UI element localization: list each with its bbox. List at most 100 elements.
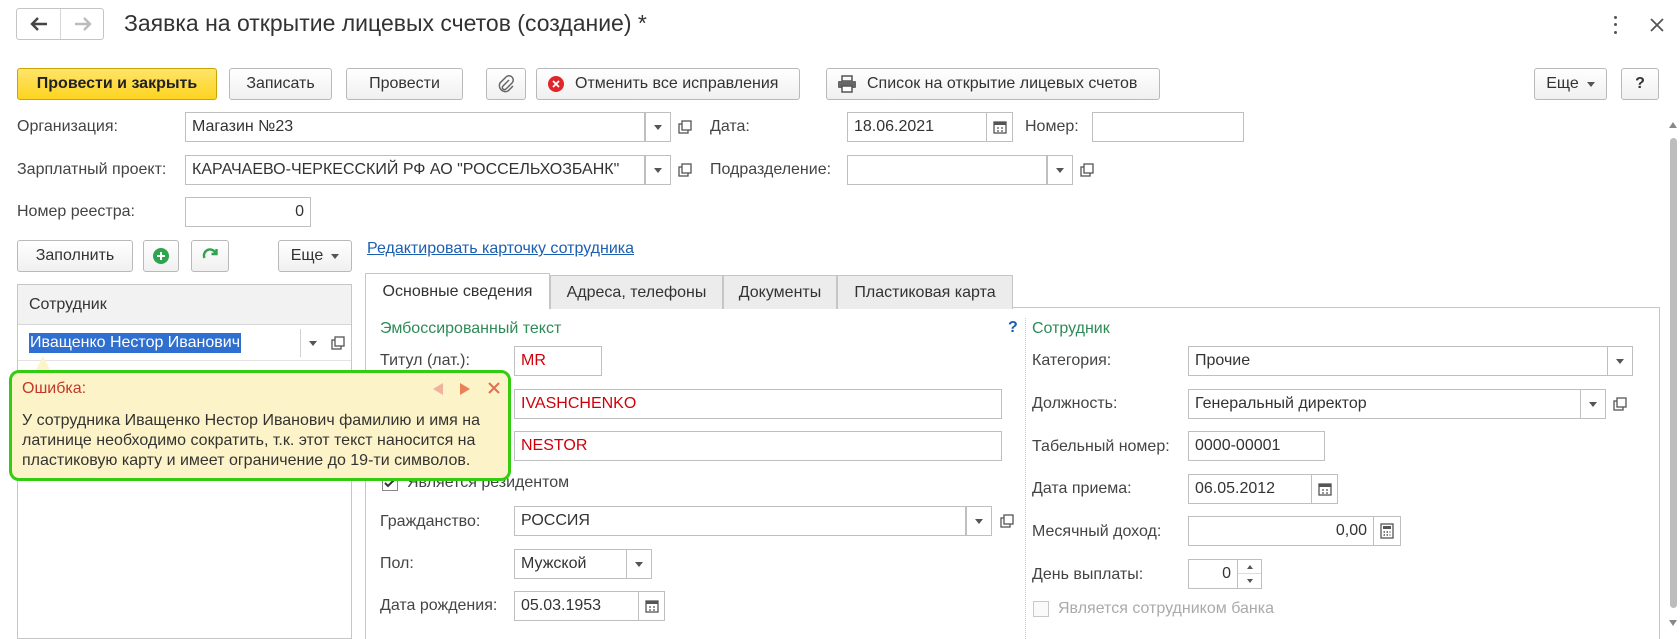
citizenship-open-button[interactable] bbox=[995, 506, 1019, 536]
tab-addresses-phones[interactable]: Адреса, телефоны bbox=[550, 275, 723, 309]
category-dropdown-button[interactable] bbox=[1607, 346, 1633, 376]
refresh-icon bbox=[202, 248, 218, 259]
chevron-down-icon bbox=[635, 561, 643, 567]
embossed-help-button[interactable]: ? bbox=[1008, 319, 1018, 337]
tab-documents[interactable]: Документы bbox=[723, 275, 837, 309]
surname-lat-field[interactable]: IVASHCHENKO bbox=[514, 389, 1002, 419]
open-window-icon bbox=[678, 120, 692, 134]
refresh-button[interactable] bbox=[191, 240, 229, 272]
hire-date-field[interactable]: 06.05.2012 bbox=[1188, 474, 1312, 504]
birth-date-label: Дата рождения: bbox=[380, 597, 498, 614]
open-window-icon bbox=[1000, 514, 1014, 528]
category-field[interactable]: Прочие bbox=[1188, 346, 1608, 376]
citizenship-field[interactable]: РОССИЯ bbox=[514, 506, 966, 536]
window-title: Заявка на открытие лицевых счетов (созда… bbox=[124, 10, 647, 36]
fill-button[interactable]: Заполнить bbox=[17, 240, 133, 272]
section-divider bbox=[1025, 318, 1026, 639]
left-more-button[interactable]: Еще bbox=[278, 240, 352, 272]
position-field[interactable]: Генеральный директор bbox=[1188, 389, 1581, 419]
attach-button[interactable] bbox=[486, 68, 526, 100]
close-icon[interactable] bbox=[1646, 14, 1668, 36]
toolbar-more-button[interactable]: Еще bbox=[1534, 68, 1607, 100]
post-button[interactable]: Провести bbox=[346, 68, 463, 100]
payday-stepper[interactable] bbox=[1237, 559, 1262, 589]
employee-dropdown-button[interactable] bbox=[300, 329, 324, 357]
org-dropdown-button[interactable] bbox=[645, 112, 671, 142]
employee-open-button[interactable] bbox=[326, 329, 350, 357]
stepper-up-icon[interactable] bbox=[1238, 560, 1261, 574]
add-row-button[interactable] bbox=[143, 240, 179, 272]
error-popup: Ошибка: У сотрудника Иващенко Нестор Ива… bbox=[9, 370, 511, 481]
salary-project-dropdown-button[interactable] bbox=[645, 155, 671, 185]
error-title: Ошибка: bbox=[22, 380, 87, 397]
citizenship-dropdown-button[interactable] bbox=[966, 506, 992, 536]
bank-employee-checkbox[interactable] bbox=[1033, 601, 1049, 617]
open-window-icon bbox=[1080, 163, 1094, 177]
position-label: Должность: bbox=[1032, 395, 1118, 412]
date-calendar-button[interactable] bbox=[986, 112, 1013, 142]
forward-button[interactable] bbox=[61, 9, 104, 39]
scrollbar-thumb[interactable] bbox=[1670, 138, 1677, 608]
division-label: Подразделение: bbox=[710, 161, 832, 178]
printer-icon bbox=[838, 75, 856, 93]
division-open-button[interactable] bbox=[1075, 155, 1099, 185]
birth-date-calendar-button[interactable] bbox=[638, 591, 665, 621]
help-button[interactable]: ? bbox=[1621, 68, 1659, 100]
arrow-left-icon bbox=[29, 17, 47, 31]
monthly-income-field[interactable]: 0,00 bbox=[1188, 516, 1374, 546]
chevron-down-icon bbox=[1616, 358, 1624, 364]
salary-project-open-button[interactable] bbox=[673, 155, 697, 185]
payday-field[interactable]: 0 bbox=[1188, 559, 1238, 589]
scroll-up-icon[interactable] bbox=[1669, 122, 1677, 128]
income-calculator-button[interactable] bbox=[1373, 516, 1401, 546]
error-close-icon[interactable] bbox=[487, 381, 501, 395]
cancel-corrections-label: Отменить все исправления bbox=[575, 75, 779, 92]
post-and-close-button[interactable]: Провести и закрыть bbox=[17, 68, 217, 100]
toolbar-more-label: Еще bbox=[1546, 75, 1579, 92]
back-button[interactable] bbox=[17, 9, 61, 39]
tab-basic-info[interactable]: Основные сведения bbox=[365, 273, 550, 309]
org-open-button[interactable] bbox=[673, 112, 697, 142]
birth-date-field[interactable]: 05.03.1953 bbox=[514, 591, 639, 621]
chevron-down-icon bbox=[1586, 81, 1595, 87]
salary-project-field[interactable]: КАРАЧАЕВО-ЧЕРКЕССКИЙ РФ АО "РОССЕЛЬХОЗБА… bbox=[185, 155, 645, 185]
cancel-corrections-button[interactable]: Отменить все исправления bbox=[536, 68, 800, 100]
payday-label: День выплаты: bbox=[1032, 566, 1144, 583]
print-list-label: Список на открытие лицевых счетов bbox=[867, 75, 1138, 92]
stepper-down-icon[interactable] bbox=[1238, 574, 1261, 588]
name-lat-field[interactable]: NESTOR bbox=[514, 431, 1002, 461]
gender-dropdown-button[interactable] bbox=[626, 549, 652, 579]
error-prev-icon[interactable] bbox=[433, 383, 443, 395]
tab-plastic-card[interactable]: Пластиковая карта bbox=[837, 275, 1013, 309]
division-field[interactable] bbox=[847, 155, 1047, 185]
tab-number-field[interactable]: 0000-00001 bbox=[1188, 431, 1325, 461]
open-window-icon bbox=[678, 163, 692, 177]
edit-employee-card-link[interactable]: Редактировать карточку сотрудника bbox=[367, 240, 634, 258]
scroll-down-icon[interactable] bbox=[1669, 620, 1677, 626]
write-button[interactable]: Записать bbox=[229, 68, 332, 100]
print-list-button[interactable]: Список на открытие лицевых счетов bbox=[826, 68, 1160, 100]
table-row[interactable]: Иващенко Нестор Иванович bbox=[18, 325, 351, 361]
registry-field[interactable]: 0 bbox=[185, 197, 311, 227]
employee-cell-value[interactable]: Иващенко Нестор Иванович bbox=[29, 333, 242, 353]
window-menu-icon[interactable] bbox=[1608, 14, 1622, 36]
gender-field[interactable]: Мужской bbox=[514, 549, 627, 579]
hire-date-calendar-button[interactable] bbox=[1311, 474, 1338, 504]
vertical-scrollbar[interactable] bbox=[1666, 118, 1680, 633]
plus-circle-icon bbox=[153, 248, 169, 264]
error-next-icon[interactable] bbox=[460, 383, 470, 395]
org-field[interactable]: Магазин №23 bbox=[185, 112, 645, 142]
position-dropdown-button[interactable] bbox=[1580, 389, 1606, 419]
title-lat-label: Титул (лат.): bbox=[380, 352, 470, 369]
position-open-button[interactable] bbox=[1608, 389, 1632, 419]
date-field[interactable]: 18.06.2021 bbox=[847, 112, 987, 142]
gender-label: Пол: bbox=[380, 555, 414, 572]
tab-number-label: Табельный номер: bbox=[1032, 438, 1170, 455]
division-dropdown-button[interactable] bbox=[1047, 155, 1073, 185]
chevron-down-icon bbox=[1589, 401, 1597, 407]
open-window-icon bbox=[331, 336, 345, 350]
column-header-employee: Сотрудник bbox=[29, 295, 107, 313]
cancel-circle-icon bbox=[548, 76, 564, 92]
number-field[interactable] bbox=[1092, 112, 1244, 142]
title-lat-field[interactable]: MR bbox=[514, 346, 602, 376]
